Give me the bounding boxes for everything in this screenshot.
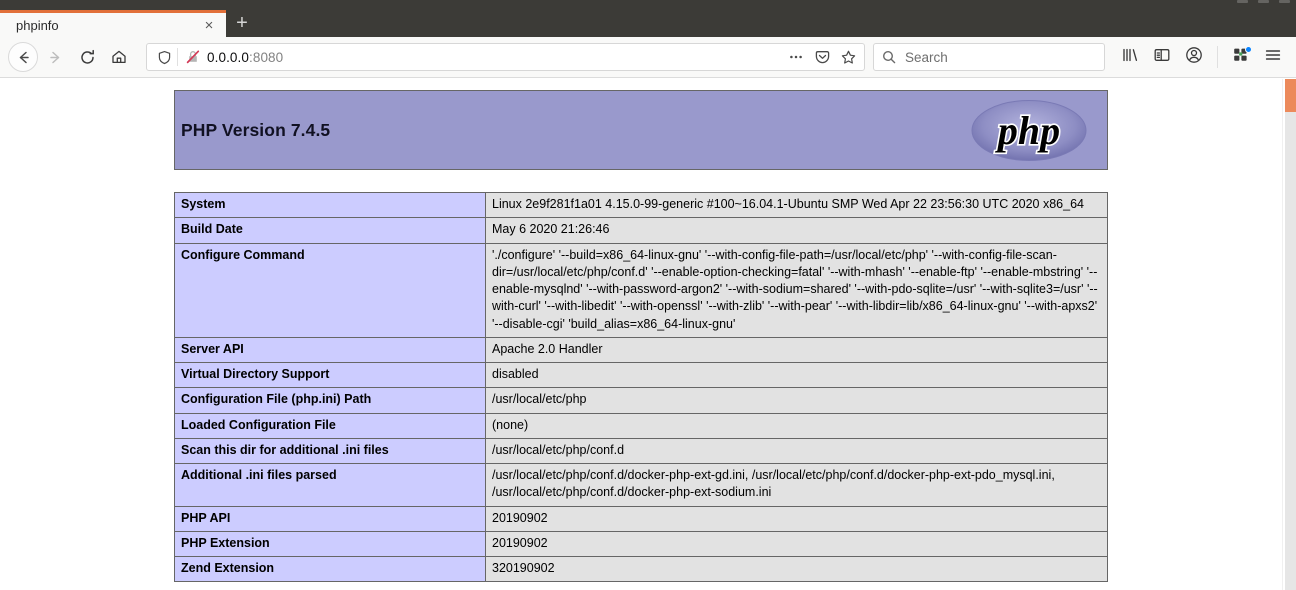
row-key: Configuration File (php.ini) Path xyxy=(174,387,486,414)
table-row: Virtual Directory Support disabled xyxy=(174,361,1108,389)
row-value: disabled xyxy=(485,361,1108,389)
library-button[interactable] xyxy=(1115,42,1145,72)
row-value: 20190902 xyxy=(485,505,1108,532)
row-key: PHP Extension xyxy=(174,530,486,558)
row-key: Zend Extension xyxy=(174,555,486,583)
table-row: Scan this dir for additional .ini files … xyxy=(174,437,1108,465)
row-value: /usr/local/etc/php/conf.d xyxy=(485,437,1108,465)
tab-close-icon[interactable]: × xyxy=(200,16,218,34)
row-value: Linux 2e9f281f1a01 4.15.0-99-generic #10… xyxy=(485,191,1108,219)
table-row: PHP API 20190902 xyxy=(174,505,1108,532)
library-icon xyxy=(1121,47,1139,68)
arrow-right-icon xyxy=(47,49,64,66)
hamburger-menu-icon xyxy=(1264,47,1282,68)
navigation-toolbar: 0.0.0.0:8080 xyxy=(0,37,1296,78)
extensions-badge xyxy=(1245,46,1252,53)
url-host: 0.0.0.0 xyxy=(207,49,249,65)
tab-phpinfo[interactable]: phpinfo × xyxy=(0,10,226,37)
table-row: Build Date May 6 2020 21:26:46 xyxy=(174,217,1108,244)
url-actions xyxy=(784,45,862,69)
home-button[interactable] xyxy=(104,42,134,72)
row-key: Configure Command xyxy=(174,242,486,338)
phpinfo-table: System Linux 2e9f281f1a01 4.15.0-99-gene… xyxy=(174,191,1108,583)
row-key: Loaded Configuration File xyxy=(174,412,486,439)
table-row: Configure Command './configure' '--build… xyxy=(174,242,1108,338)
table-row: PHP Extension 20190902 xyxy=(174,530,1108,558)
tab-title: phpinfo xyxy=(16,17,59,33)
row-value: May 6 2020 21:26:46 xyxy=(485,217,1108,244)
row-value: 20190902 xyxy=(485,530,1108,558)
maximize-icon[interactable] xyxy=(1258,0,1269,3)
table-row: System Linux 2e9f281f1a01 4.15.0-99-gene… xyxy=(174,191,1108,219)
new-tab-button[interactable]: + xyxy=(226,10,258,37)
row-key: Virtual Directory Support xyxy=(174,361,486,389)
back-button[interactable] xyxy=(8,42,38,72)
phpinfo-page: PHP Version 7.4.5 php System Linux 2e9f2… xyxy=(0,79,1282,590)
table-row: Loaded Configuration File (none) xyxy=(174,412,1108,439)
svg-text:php: php xyxy=(995,108,1060,153)
row-key: System xyxy=(174,191,486,219)
url-bar[interactable]: 0.0.0.0:8080 xyxy=(146,43,865,71)
sidebar-icon xyxy=(1153,47,1171,68)
search-icon xyxy=(882,50,896,64)
reload-icon xyxy=(79,49,96,66)
row-key: Scan this dir for additional .ini files xyxy=(174,437,486,465)
table-row: Configuration File (php.ini) Path /usr/l… xyxy=(174,387,1108,414)
url-text[interactable]: 0.0.0.0:8080 xyxy=(203,50,784,65)
broken-lock-icon[interactable] xyxy=(183,47,203,67)
shield-icon[interactable] xyxy=(153,46,175,68)
row-value: 320190902 xyxy=(485,555,1108,583)
search-input[interactable] xyxy=(903,48,1096,66)
table-row: Zend Extension 320190902 xyxy=(174,555,1108,583)
browser-window: phpinfo × + 0.0.0.0:8080 Search PHP Vers… xyxy=(0,0,1296,590)
url-port: :8080 xyxy=(248,49,284,65)
row-value: /usr/local/etc/php xyxy=(485,387,1108,414)
url-divider xyxy=(177,48,178,66)
row-value: /usr/local/etc/php/conf.d/docker-php-ext… xyxy=(485,463,1108,507)
row-key: PHP API xyxy=(174,505,486,532)
home-icon xyxy=(110,48,128,66)
row-key: Additional .ini files parsed xyxy=(174,463,486,507)
row-value: Apache 2.0 Handler xyxy=(485,336,1108,364)
page-actions-icon[interactable] xyxy=(784,45,808,69)
row-key: Build Date xyxy=(174,217,486,244)
extensions-button[interactable] xyxy=(1226,42,1256,72)
table-row: Server API Apache 2.0 Handler xyxy=(174,336,1108,364)
account-button[interactable] xyxy=(1179,42,1209,72)
forward-button[interactable] xyxy=(40,42,70,72)
row-key: Server API xyxy=(174,336,486,364)
php-version-title: PHP Version 7.4.5 xyxy=(181,119,331,140)
row-value: (none) xyxy=(485,412,1108,439)
account-icon xyxy=(1185,46,1203,69)
minimize-icon[interactable] xyxy=(1237,0,1248,3)
window-controls[interactable] xyxy=(1237,0,1290,3)
search-bar[interactable] xyxy=(873,43,1105,71)
arrow-left-icon xyxy=(15,49,32,66)
bookmark-star-icon[interactable] xyxy=(836,45,860,69)
close-window-icon[interactable] xyxy=(1279,0,1290,3)
php-header-banner: PHP Version 7.4.5 php xyxy=(174,90,1108,170)
php-logo: php xyxy=(969,97,1089,164)
scrollbar-track[interactable] xyxy=(1285,79,1296,590)
row-value: './configure' '--build=x86_64-linux-gnu'… xyxy=(485,242,1108,338)
vertical-scrollbar[interactable] xyxy=(1282,79,1296,590)
scrollbar-thumb[interactable] xyxy=(1285,79,1296,112)
app-menu-button[interactable] xyxy=(1258,42,1288,72)
page-viewport: PHP Version 7.4.5 php System Linux 2e9f2… xyxy=(0,79,1296,590)
pocket-icon[interactable] xyxy=(810,45,834,69)
phpinfo-container: PHP Version 7.4.5 php System Linux 2e9f2… xyxy=(174,90,1108,583)
toolbar-divider xyxy=(1217,46,1218,68)
phpinfo-table-body: System Linux 2e9f281f1a01 4.15.0-99-gene… xyxy=(174,191,1108,583)
sidebar-button[interactable] xyxy=(1147,42,1177,72)
reload-button[interactable] xyxy=(72,42,102,72)
php-logo-icon: php xyxy=(971,99,1087,161)
toolbar-icons xyxy=(1115,42,1288,72)
tab-strip: phpinfo × + xyxy=(0,10,1296,37)
table-row: Additional .ini files parsed /usr/local/… xyxy=(174,463,1108,507)
window-titlebar xyxy=(0,0,1296,10)
